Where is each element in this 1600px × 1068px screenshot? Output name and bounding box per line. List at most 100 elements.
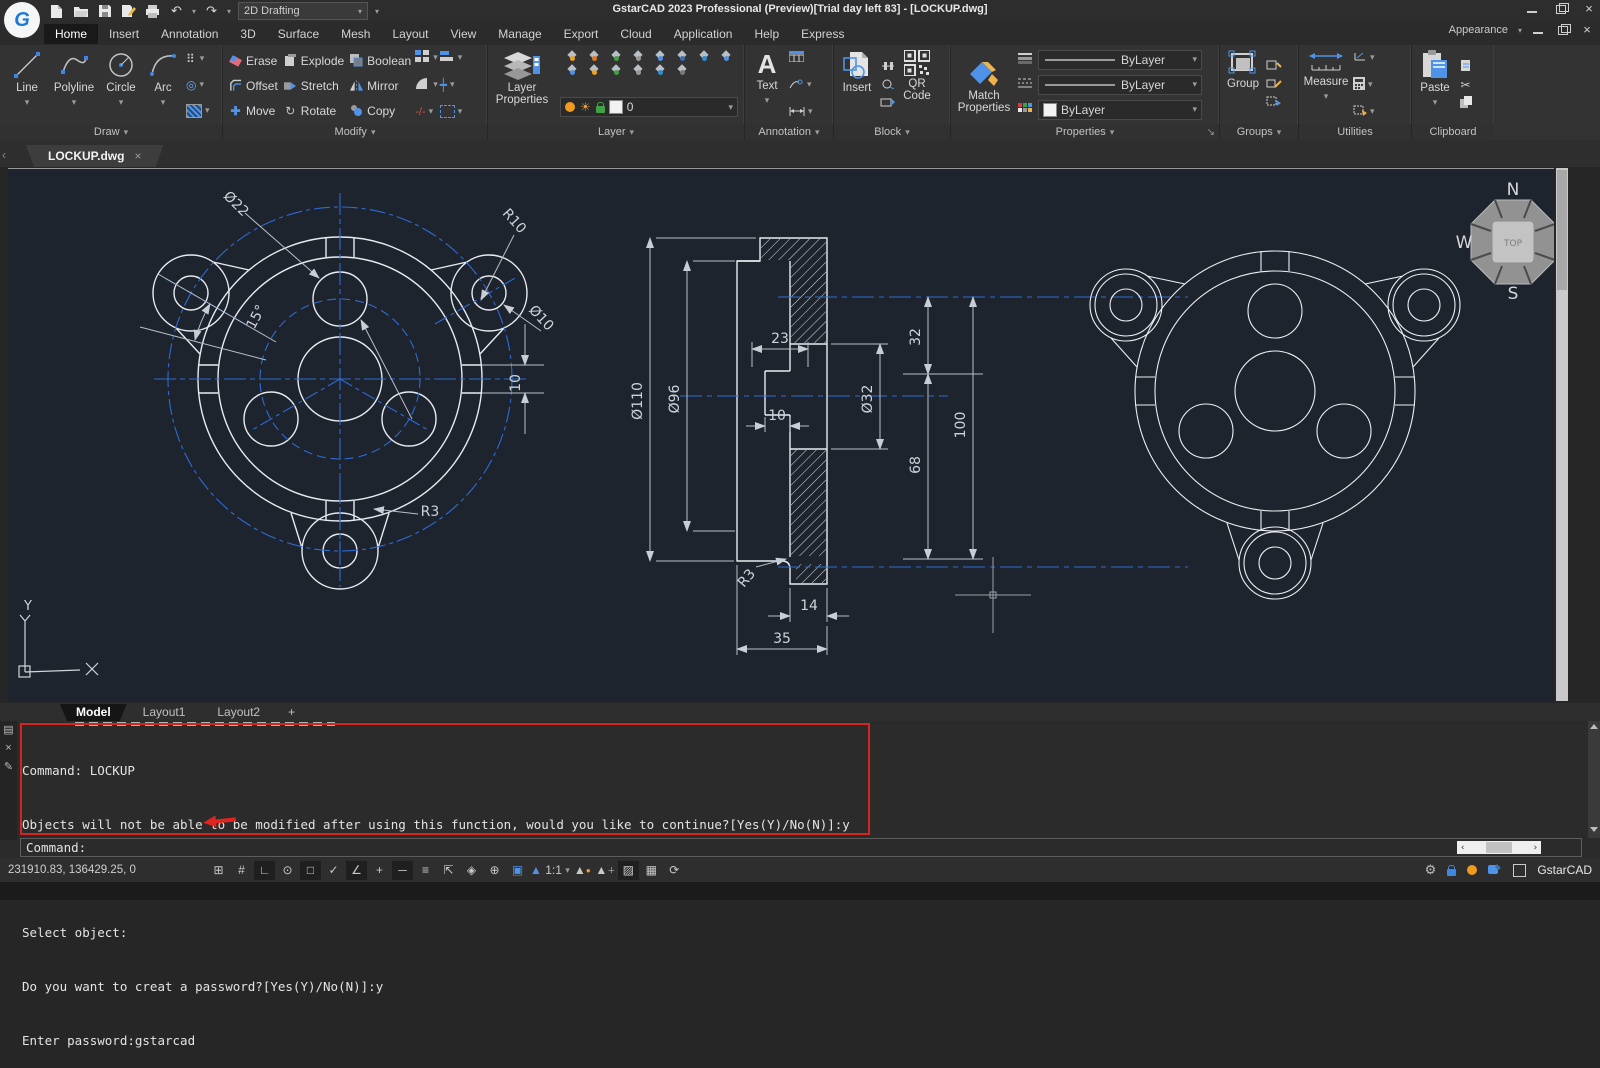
layer-on-icon[interactable]: ◆ [714, 47, 736, 61]
undo-dropdown-icon[interactable]: ▾ [192, 7, 196, 16]
scroll-thumb[interactable] [1486, 842, 1512, 853]
panel-groups-label[interactable]: Groups▾ [1220, 124, 1298, 140]
line-button[interactable]: Line ▾ [6, 45, 48, 124]
appearance-menu[interactable]: Appearance [1449, 24, 1508, 36]
view-cube-top-label[interactable]: TOP [1503, 239, 1523, 249]
table-button[interactable] [789, 46, 813, 70]
tab-3d[interactable]: 3D [229, 24, 266, 44]
layer-dropdown-chevron-icon[interactable]: ▾ [728, 102, 733, 113]
erase-button[interactable]: Erase [229, 48, 278, 73]
panel-layer-label[interactable]: Layer▾ [488, 124, 744, 140]
block-edit-icon[interactable] [880, 60, 896, 74]
measure-button[interactable]: Measure ▾ [1299, 45, 1353, 124]
copy-pages-icon[interactable] [1459, 96, 1473, 111]
units-icon[interactable]: ▦ [641, 861, 662, 880]
tab-add-layout[interactable]: + [276, 704, 307, 721]
paste-button[interactable]: Paste ▾ [1412, 45, 1458, 124]
panel-clipboard-label[interactable]: Clipboard [1412, 124, 1494, 140]
arc-button[interactable]: Arc ▾ [142, 45, 184, 124]
canvas-vertical-scrollbar[interactable] [1556, 168, 1568, 701]
selection-cycling-icon[interactable]: ⇱ [438, 861, 459, 880]
toolbar-customize-icon[interactable]: ▾ [375, 7, 379, 16]
tab-home[interactable]: Home [44, 24, 98, 44]
drawing-canvas[interactable]: Ø22 R10 15° Ø10 10 R3 [8, 168, 1554, 702]
polyline-button[interactable]: Polyline ▾ [48, 45, 100, 124]
tab-export[interactable]: Export [553, 24, 610, 44]
scrollbar-thumb[interactable] [1557, 170, 1567, 290]
linetype-dropdown[interactable]: ByLayer ▾ [1038, 75, 1202, 95]
scale-button[interactable]: ▾ [440, 100, 463, 124]
layer-bulb-icon[interactable] [565, 102, 575, 112]
layer-freeze-icon[interactable]: ◆ [648, 47, 670, 61]
tab-express[interactable]: Express [790, 24, 855, 44]
doc-restore-button[interactable] [1556, 24, 1570, 36]
tab-layout2[interactable]: Layout2 [201, 704, 276, 721]
ui-lock-icon[interactable] [1447, 869, 1456, 876]
panel-utilities-label[interactable]: Utilities [1299, 124, 1411, 140]
tab-model[interactable]: Model [60, 704, 127, 721]
layer-match-icon[interactable]: ◆ [604, 61, 626, 75]
rotate-button[interactable]: ↻Rotate [284, 98, 344, 123]
osnap-3d-icon[interactable]: ◈ [461, 861, 482, 880]
tab-insert[interactable]: Insert [98, 24, 150, 44]
annotation-scale-button[interactable]: ▲ 1:1 ▾ [530, 861, 570, 880]
group-edit-icon[interactable] [1266, 78, 1282, 92]
layer-off-icon[interactable]: ◆ [560, 47, 582, 61]
panel-annotation-label[interactable]: Annotation▾ [745, 124, 833, 140]
stretch-button[interactable]: Stretch [284, 73, 344, 98]
layer-thaw-icon[interactable]: ◆ [560, 61, 582, 75]
doc-minimize-button[interactable] [1532, 24, 1546, 36]
object-snap-icon[interactable]: □ [300, 861, 321, 880]
auto-scale-icon[interactable]: ▲＋ [595, 861, 616, 880]
panel-block-label[interactable]: Block▾ [834, 124, 950, 140]
block-define-icon[interactable] [880, 96, 896, 110]
layer-unlock-state-icon[interactable] [596, 106, 605, 113]
layer-isolate-icon[interactable]: ◆ [582, 47, 604, 61]
tab-cloud[interactable]: Cloud [609, 24, 662, 44]
new-file-icon[interactable] [48, 3, 65, 20]
redo-icon[interactable]: ↷ [203, 3, 220, 20]
dynamic-ucs-icon[interactable]: ∠ [346, 861, 367, 880]
workspace-switch-icon[interactable]: ▣ [507, 861, 528, 880]
layer-walk-icon[interactable]: ◆ [692, 47, 714, 61]
close-button[interactable]: × [1582, 3, 1596, 15]
panel-modify-label[interactable]: Modify▾ [223, 124, 487, 140]
dimension-button[interactable]: ▾ [789, 100, 813, 124]
scroll-up-icon[interactable] [1590, 724, 1598, 729]
restore-button[interactable] [1554, 3, 1568, 15]
tab-application[interactable]: Application [663, 24, 744, 44]
tab-mesh[interactable]: Mesh [330, 24, 381, 44]
clean-screen-icon[interactable]: ⟳ [664, 861, 685, 880]
panel-properties-label[interactable]: Properties▾ ↘ [951, 124, 1219, 140]
view-cube-south[interactable]: S [1508, 284, 1519, 304]
array-button[interactable]: ▾ [415, 46, 438, 70]
settings-gear-icon[interactable]: ⚙ [1425, 862, 1437, 878]
fullscreen-icon[interactable] [1513, 864, 1526, 877]
ungroup-icon[interactable] [1266, 60, 1282, 74]
text-button[interactable]: A Text ▾ [745, 45, 789, 124]
move-button[interactable]: ✚Move [229, 98, 278, 123]
break-button[interactable]: -/-▾ [415, 100, 438, 124]
tab-surface[interactable]: Surface [267, 24, 330, 44]
lineweight-dropdown[interactable]: ByLayer ▾ [1038, 50, 1202, 70]
save-as-icon[interactable] [120, 3, 137, 20]
scroll-right-icon[interactable]: › [1533, 843, 1538, 853]
polar-tracking-icon[interactable]: ⊙ [277, 861, 298, 880]
command-edit-icon[interactable]: ✎ [4, 760, 13, 773]
copy-clip-icon[interactable] [1458, 59, 1473, 74]
layer-copy-icon[interactable]: ◆ [648, 61, 670, 75]
document-tab-lockup[interactable]: LOCKUP.dwg × [26, 145, 163, 167]
layer-prev-icon[interactable]: ◆ [626, 61, 648, 75]
view-cube-north[interactable]: N [1507, 180, 1520, 200]
offset-button[interactable]: Offset [229, 73, 278, 98]
mirror-button[interactable]: Mirror [350, 73, 411, 98]
color-dropdown[interactable]: ByLayer ▾ [1038, 100, 1202, 120]
snap-mode-icon[interactable]: ⊞ [208, 861, 229, 880]
layer-color-swatch[interactable] [609, 100, 623, 114]
layer-key-icon[interactable]: ◆ [626, 47, 648, 61]
explode-button[interactable]: Explode [284, 48, 344, 73]
tab-layout1[interactable]: Layout1 [127, 704, 202, 721]
view-cube[interactable]: TOP N S W E [1456, 180, 1554, 304]
qr-code-button[interactable]: QR Code [896, 45, 938, 124]
touch-mode-icon[interactable] [1488, 863, 1502, 878]
